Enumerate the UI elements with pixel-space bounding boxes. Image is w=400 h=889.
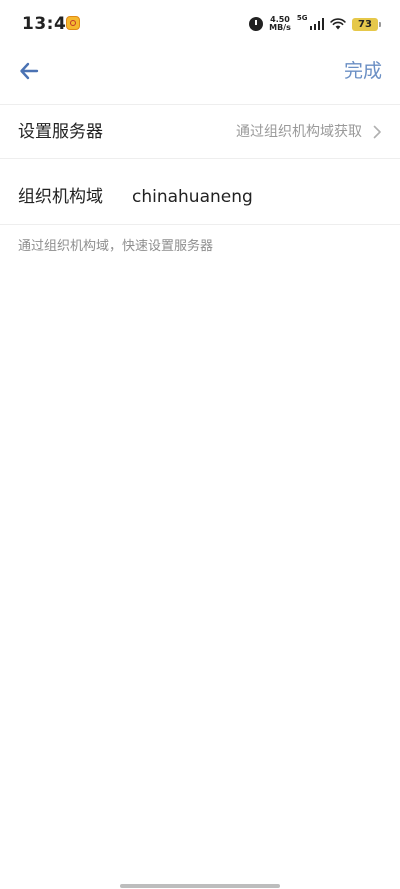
- battery-indicator: 73: [352, 17, 381, 31]
- done-button[interactable]: 完成: [344, 56, 382, 86]
- server-setting-row[interactable]: 设置服务器 通过组织机构域获取: [0, 106, 400, 158]
- org-domain-row: 组织机构域: [0, 170, 400, 224]
- org-domain-label: 组织机构域: [18, 187, 103, 207]
- network-speed-unit: MB/s: [269, 23, 291, 32]
- org-domain-input[interactable]: [130, 180, 384, 214]
- status-indicators: 4.50 MB/s 5G 73: [249, 14, 381, 34]
- signal-icon: [309, 18, 324, 30]
- network-type: 5G: [296, 14, 308, 22]
- divider: [0, 224, 400, 225]
- server-setting-value: 通过组织机构域获取: [236, 124, 362, 140]
- back-button[interactable]: [14, 56, 44, 86]
- nav-bar: 完成: [0, 48, 400, 104]
- app-notification-icon: [66, 16, 80, 30]
- alarm-icon: [249, 17, 264, 31]
- status-bar: 13:44 4.50 MB/s 5G 73: [0, 0, 400, 48]
- arrow-left-icon: [20, 62, 39, 80]
- divider: [0, 104, 400, 105]
- server-setting-label: 设置服务器: [18, 122, 103, 142]
- network-speed: 4.50 MB/s: [269, 16, 291, 32]
- chevron-right-icon: [373, 125, 381, 139]
- home-indicator[interactable]: [120, 884, 280, 888]
- wifi-icon: [330, 18, 346, 30]
- hint-text: 通过组织机构域，快速设置服务器: [18, 239, 214, 254]
- divider: [0, 158, 400, 159]
